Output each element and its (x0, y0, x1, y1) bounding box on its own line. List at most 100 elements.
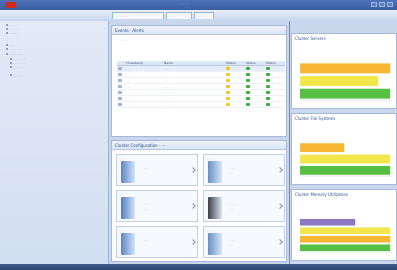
bullet-icon (6, 44, 8, 46)
sidebar-item-label: · ··· ·· ·· ·· (9, 52, 23, 56)
chevron-right-icon[interactable] (190, 167, 196, 173)
status-icon (246, 66, 250, 70)
chevron-right-icon[interactable] (277, 239, 283, 245)
tab-tertiary[interactable]: · ·· · (194, 12, 214, 19)
server-card[interactable]: · ·· · · ··· · · ·· (203, 154, 285, 186)
server-detail: · ·· · (142, 207, 148, 211)
table-cell (225, 101, 245, 108)
server-detail: · ··· · (142, 238, 149, 242)
bar-chart (300, 218, 392, 253)
chart-panel: Cluster Memory Utilization · ·· · (291, 189, 397, 261)
charts-column: Cluster Servers · ·· · Cluster File System… (290, 21, 397, 264)
bar (300, 154, 391, 164)
status-icon (246, 102, 250, 106)
bar (300, 143, 345, 153)
sidebar-item[interactable]: · ·· ··· · (10, 74, 23, 77)
alerts-panel: Events · Alerts · ·· ··· ·· ·· Timestamp… (111, 25, 287, 137)
chevron-right-icon[interactable] (190, 239, 196, 245)
server-detail: · ·· (229, 207, 233, 211)
server-detail: · ··· · (142, 166, 149, 170)
server-card[interactable]: · ·· · · ··· · · ·· (203, 190, 285, 222)
main-content: Events · Alerts · ·· ··· ·· ·· Timestamp… (109, 21, 289, 264)
table-cell: · ··· · (163, 101, 225, 108)
bullet-icon (10, 58, 12, 60)
row-checkbox[interactable] (118, 90, 122, 94)
sidebar-item-label: · ·· ··· · (13, 73, 23, 77)
bar-chart (300, 143, 392, 177)
bar (300, 235, 391, 243)
alerts-panel-header: Events · Alerts (112, 26, 286, 35)
status-icon (266, 90, 270, 94)
sidebar-item-label: · ·· ··· · (9, 31, 19, 35)
sidebar-item-label: · ·· ·· (9, 47, 16, 51)
server-detail: · ·· (229, 171, 233, 175)
status-icon (246, 96, 250, 100)
bullet-icon (10, 74, 12, 76)
row-checkbox[interactable] (118, 66, 122, 70)
status-icon (226, 102, 230, 106)
status-icon (246, 78, 250, 82)
row-checkbox[interactable] (118, 102, 122, 106)
server-detail: · ··· · (142, 202, 149, 206)
server-name: · ·· (119, 228, 123, 232)
bullet-icon (10, 62, 12, 64)
server-card[interactable]: · ·· · ··· · · ·· · (116, 226, 198, 258)
bullet-icon (10, 66, 12, 68)
status-icon (266, 96, 270, 100)
bar (300, 88, 391, 99)
maximize-icon[interactable] (379, 2, 385, 7)
server-detail: · ··· · (229, 238, 236, 242)
bar (300, 165, 391, 175)
alerts-panel-subtitle: · ·· ··· ·· ·· (115, 38, 129, 42)
navigation-sidebar: · ·· · · ··· ·· · · ·· ··· · · ·· · · ·· ·· ·… (0, 21, 109, 264)
server-card[interactable]: · ·· · · ··· · · ·· (203, 226, 285, 258)
status-icon (266, 78, 270, 82)
sidebar-item-label: · ··· ·· ·· · (13, 65, 26, 69)
status-icon (226, 90, 230, 94)
row-checkbox[interactable] (118, 78, 122, 82)
chevron-right-icon[interactable] (190, 203, 196, 209)
servers-panel: Cluster Configuration · ··· · ·· · ··· · ·… (111, 140, 287, 262)
tab-secondary[interactable]: · ·· ·· (166, 12, 192, 19)
alerts-table: Timestamp Name Status Status Status · ·· · ··… (117, 61, 285, 108)
server-name: · ·· (119, 156, 123, 160)
bar (300, 218, 356, 226)
chevron-right-icon[interactable] (277, 167, 283, 173)
alerts-panel-title: Events · Alerts (115, 28, 144, 33)
status-icon (266, 66, 270, 70)
bullet-icon (6, 48, 8, 50)
taskbar (0, 264, 397, 270)
server-icon (208, 161, 222, 183)
table-row[interactable]: · ·· · ··· · (117, 101, 285, 108)
table-cell: · ·· (125, 101, 163, 108)
server-card[interactable]: · ·· · ··· · · ·· · (116, 154, 198, 186)
servers-panel-header: Cluster Configuration · ··· (112, 141, 286, 150)
tab-primary[interactable]: · ·· · ··· · · (112, 12, 164, 19)
status-icon (266, 72, 270, 76)
table-cell (265, 101, 285, 108)
server-card[interactable]: · ·· · ··· · · ·· · (116, 190, 198, 222)
servers-panel-title: Cluster Configuration · ··· (115, 143, 166, 148)
row-checkbox[interactable] (118, 84, 122, 88)
close-icon[interactable] (387, 2, 393, 7)
sidebar-item[interactable]: · ··· ·· ·· · (10, 66, 25, 69)
chevron-right-icon[interactable] (277, 203, 283, 209)
table-cell (245, 101, 265, 108)
bar (300, 227, 391, 235)
server-icon (121, 233, 135, 255)
chart-panel: Cluster Servers · ·· · (291, 33, 397, 109)
server-icon (121, 161, 135, 183)
alerts-footer[interactable]: · ·· (117, 128, 121, 132)
app-logo (5, 2, 16, 8)
row-checkbox[interactable] (118, 72, 122, 76)
status-icon (246, 84, 250, 88)
minimize-icon[interactable] (371, 2, 377, 7)
server-name: · ·· · (206, 156, 212, 160)
sidebar-item[interactable]: · ·· ·· (6, 48, 16, 51)
sidebar-item[interactable]: · ··· ·· ·· ·· (6, 53, 22, 56)
bullet-icon (6, 53, 8, 55)
status-icon (226, 66, 230, 70)
status-icon (266, 102, 270, 106)
row-checkbox[interactable] (118, 96, 122, 100)
sidebar-item[interactable]: · ·· ··· · (6, 32, 19, 35)
